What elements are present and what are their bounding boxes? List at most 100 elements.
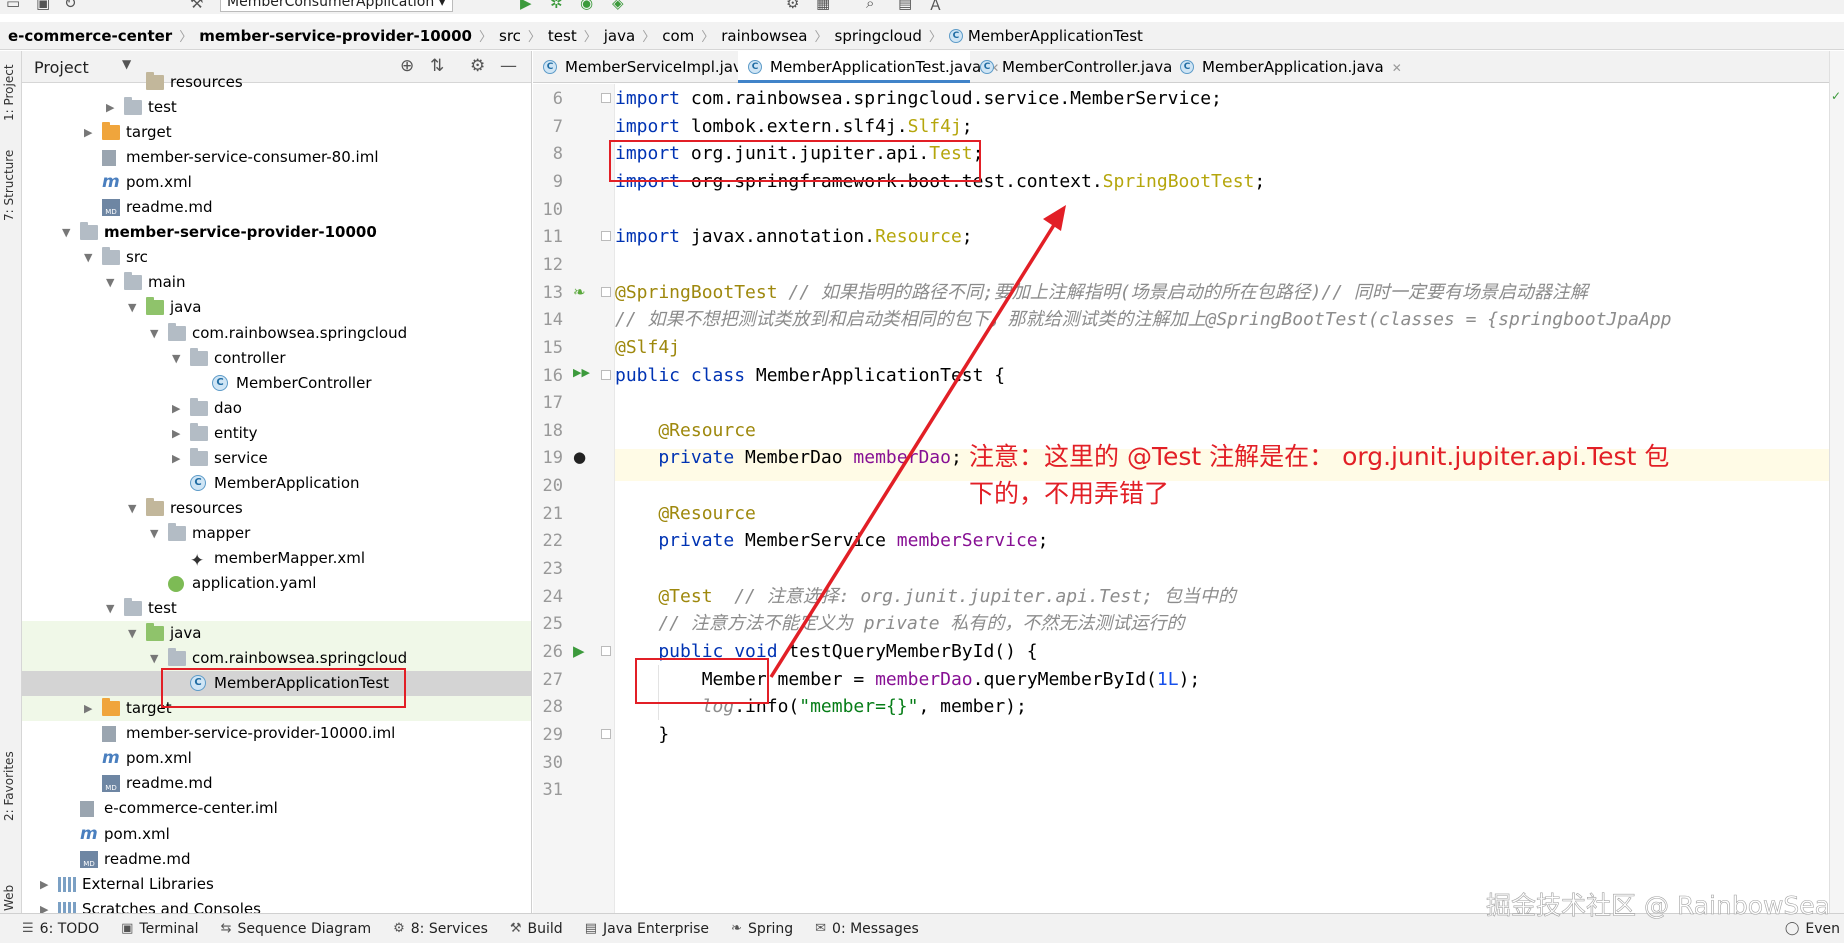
terminal-toolbar-icon[interactable]: ▤ <box>898 0 912 12</box>
breadcrumb-item[interactable]: MemberApplicationTest <box>968 27 1143 45</box>
bottom-tool-label: Spring <box>747 920 794 937</box>
layout-icon[interactable]: ▦ <box>816 0 830 12</box>
structure-tool-button[interactable]: 7: Structure <box>2 150 16 221</box>
tree-item[interactable]: ▼ mapper <box>22 521 531 546</box>
chevron-down-icon[interactable]: ▼ <box>150 521 162 546</box>
tree-item[interactable]: ▼ controller <box>22 346 531 371</box>
tree-item[interactable]: ▼ resources <box>22 496 531 521</box>
spring-class-icon: C <box>190 474 206 491</box>
tree-item[interactable]: ▶ External Libraries <box>22 872 531 897</box>
tree-item[interactable]: member-service-provider-10000.iml <box>22 721 531 746</box>
project-tool-button[interactable]: 1: Project <box>2 64 16 121</box>
tree-item[interactable]: ✦ memberMapper.xml <box>22 546 531 571</box>
chevron-right-icon[interactable]: ▶ <box>84 120 96 145</box>
save-icon[interactable]: ▣ <box>36 0 50 12</box>
tree-item[interactable]: member-service-consumer-80.iml <box>22 145 531 170</box>
tree-item[interactable]: ▶ dao <box>22 396 531 421</box>
debug-icon[interactable]: ✲ <box>550 0 563 12</box>
tree-item[interactable]: ▶ Scratches and Consoles <box>22 897 531 913</box>
tree-item[interactable]: ▼ java <box>22 295 531 320</box>
chevron-right-icon[interactable]: ▶ <box>172 421 184 446</box>
bottom-tool-button[interactable]: ▣ Terminal <box>121 921 198 937</box>
bottom-tool-button[interactable]: ✉ 0: Messages <box>815 921 919 937</box>
breadcrumb-item[interactable]: java <box>604 27 635 45</box>
tree-item[interactable]: ▼ java <box>22 621 531 647</box>
breadcrumb-item[interactable]: rainbowsea <box>721 27 807 45</box>
tree-item[interactable]: e-commerce-center.iml <box>22 796 531 821</box>
todo-icon: ☰ <box>22 921 34 936</box>
chevron-down-icon[interactable]: ▼ <box>128 295 140 320</box>
tree-item[interactable]: resources <box>22 70 531 95</box>
tree-item[interactable]: ▼ main <box>22 270 531 295</box>
tree-item-label: java <box>170 624 202 643</box>
folder-icon <box>124 598 142 617</box>
bottom-tool-button[interactable]: ⚒ Build <box>510 921 563 937</box>
tree-item[interactable]: ▼ com.rainbowsea.springcloud <box>22 321 531 346</box>
tree-item[interactable]: ▶ test <box>22 95 531 120</box>
profile-icon[interactable]: ◈ <box>612 0 624 12</box>
tree-item[interactable]: ▼ test <box>22 596 531 621</box>
bottom-tool-button[interactable]: ▤ Java Enterprise <box>585 921 709 937</box>
chevron-down-icon[interactable]: ▼ <box>122 57 131 71</box>
tree-item[interactable]: MD readme.md <box>22 195 531 220</box>
chevron-down-icon[interactable]: ▼ <box>172 346 184 371</box>
breadcrumb-item[interactable]: src <box>499 27 521 45</box>
chevron-down-icon[interactable]: ▼ <box>84 245 96 270</box>
tree-item[interactable]: ▼ member-service-provider-10000 <box>22 220 531 245</box>
breadcrumb-item[interactable]: springcloud <box>835 27 922 45</box>
tree-item[interactable]: m pom.xml <box>22 170 531 195</box>
tree-item[interactable]: C MemberApplication <box>22 471 531 496</box>
bottom-tool-button[interactable]: ❧ Spring <box>731 921 793 937</box>
tree-item[interactable]: ▶ target <box>22 120 531 145</box>
search-everywhere-icon[interactable]: ⌕ <box>866 0 874 12</box>
tree-item[interactable]: MD readme.md <box>22 847 531 872</box>
build-hammer-icon[interactable]: ⚒ <box>190 0 203 12</box>
bottom-tool-label: 0: Messages <box>832 920 919 937</box>
chevron-right-icon[interactable]: ▶ <box>172 396 184 421</box>
bottom-tool-button[interactable]: ⚙ 8: Services <box>393 921 488 937</box>
tree-item[interactable]: C MemberController <box>22 371 531 396</box>
chevron-down-icon[interactable]: ▼ <box>106 270 118 295</box>
bottom-tool-button[interactable]: ⇆ Sequence Diagram <box>221 921 372 937</box>
breadcrumb-item[interactable]: test <box>548 27 577 45</box>
project-structure-icon[interactable]: ⚙ <box>786 0 799 12</box>
translate-icon[interactable]: Ａ <box>928 0 943 14</box>
tree-item-label: readme.md <box>104 849 191 868</box>
chevron-down-icon[interactable]: ▼ <box>62 220 74 245</box>
tree-item-label: application.yaml <box>192 574 317 592</box>
module-folder-icon <box>80 222 98 241</box>
tree-item[interactable]: application.yaml <box>22 571 531 596</box>
folder-orange-icon <box>102 122 120 141</box>
chevron-right-icon[interactable]: ▶ <box>172 446 184 471</box>
web-tool-button[interactable]: Web <box>2 885 16 911</box>
tree-item[interactable]: MD readme.md <box>22 771 531 796</box>
tree-item[interactable]: ▼ src <box>22 245 531 270</box>
chevron-right-icon[interactable]: ▶ <box>40 897 52 913</box>
chevron-right-icon[interactable]: ▶ <box>106 95 118 120</box>
chevron-right-icon[interactable]: ▶ <box>40 872 52 897</box>
coverage-icon[interactable]: ◉ <box>580 0 593 12</box>
breadcrumb-item[interactable]: com <box>662 27 694 45</box>
tree-item-label: e-commerce-center.iml <box>104 799 278 818</box>
chevron-down-icon[interactable]: ▼ <box>150 321 162 346</box>
tree-item[interactable]: m pom.xml <box>22 822 531 847</box>
spring-class-icon: C <box>948 28 963 43</box>
breadcrumb-item[interactable]: member-service-provider-10000 <box>199 27 472 45</box>
breadcrumb-item[interactable]: e-commerce-center <box>8 27 172 45</box>
tree-item[interactable]: ▶ service <box>22 446 531 471</box>
chevron-right-icon[interactable]: ▶ <box>84 696 96 721</box>
tree-item[interactable]: ▶ entity <box>22 421 531 446</box>
tree-item[interactable]: m pom.xml <box>22 746 531 771</box>
run-icon[interactable]: ▶ <box>520 0 532 12</box>
sync-icon[interactable]: ↻ <box>64 0 77 12</box>
event-log-button[interactable]: ◯ Even <box>1785 921 1840 937</box>
chevron-down-icon[interactable]: ▼ <box>128 621 140 646</box>
bottom-tool-button[interactable]: ☰ 6: TODO <box>22 921 99 937</box>
open-icon[interactable]: ▭ <box>6 0 20 12</box>
chevron-down-icon[interactable]: ▼ <box>106 596 118 621</box>
bottom-tool-label: 8: Services <box>410 920 488 937</box>
favorites-tool-button[interactable]: 2: Favorites <box>2 751 16 821</box>
run-configuration-selector[interactable]: MemberConsumerApplication ▾ <box>220 0 453 12</box>
chevron-down-icon[interactable]: ▼ <box>128 496 140 521</box>
markdown-icon: MD <box>80 850 98 868</box>
